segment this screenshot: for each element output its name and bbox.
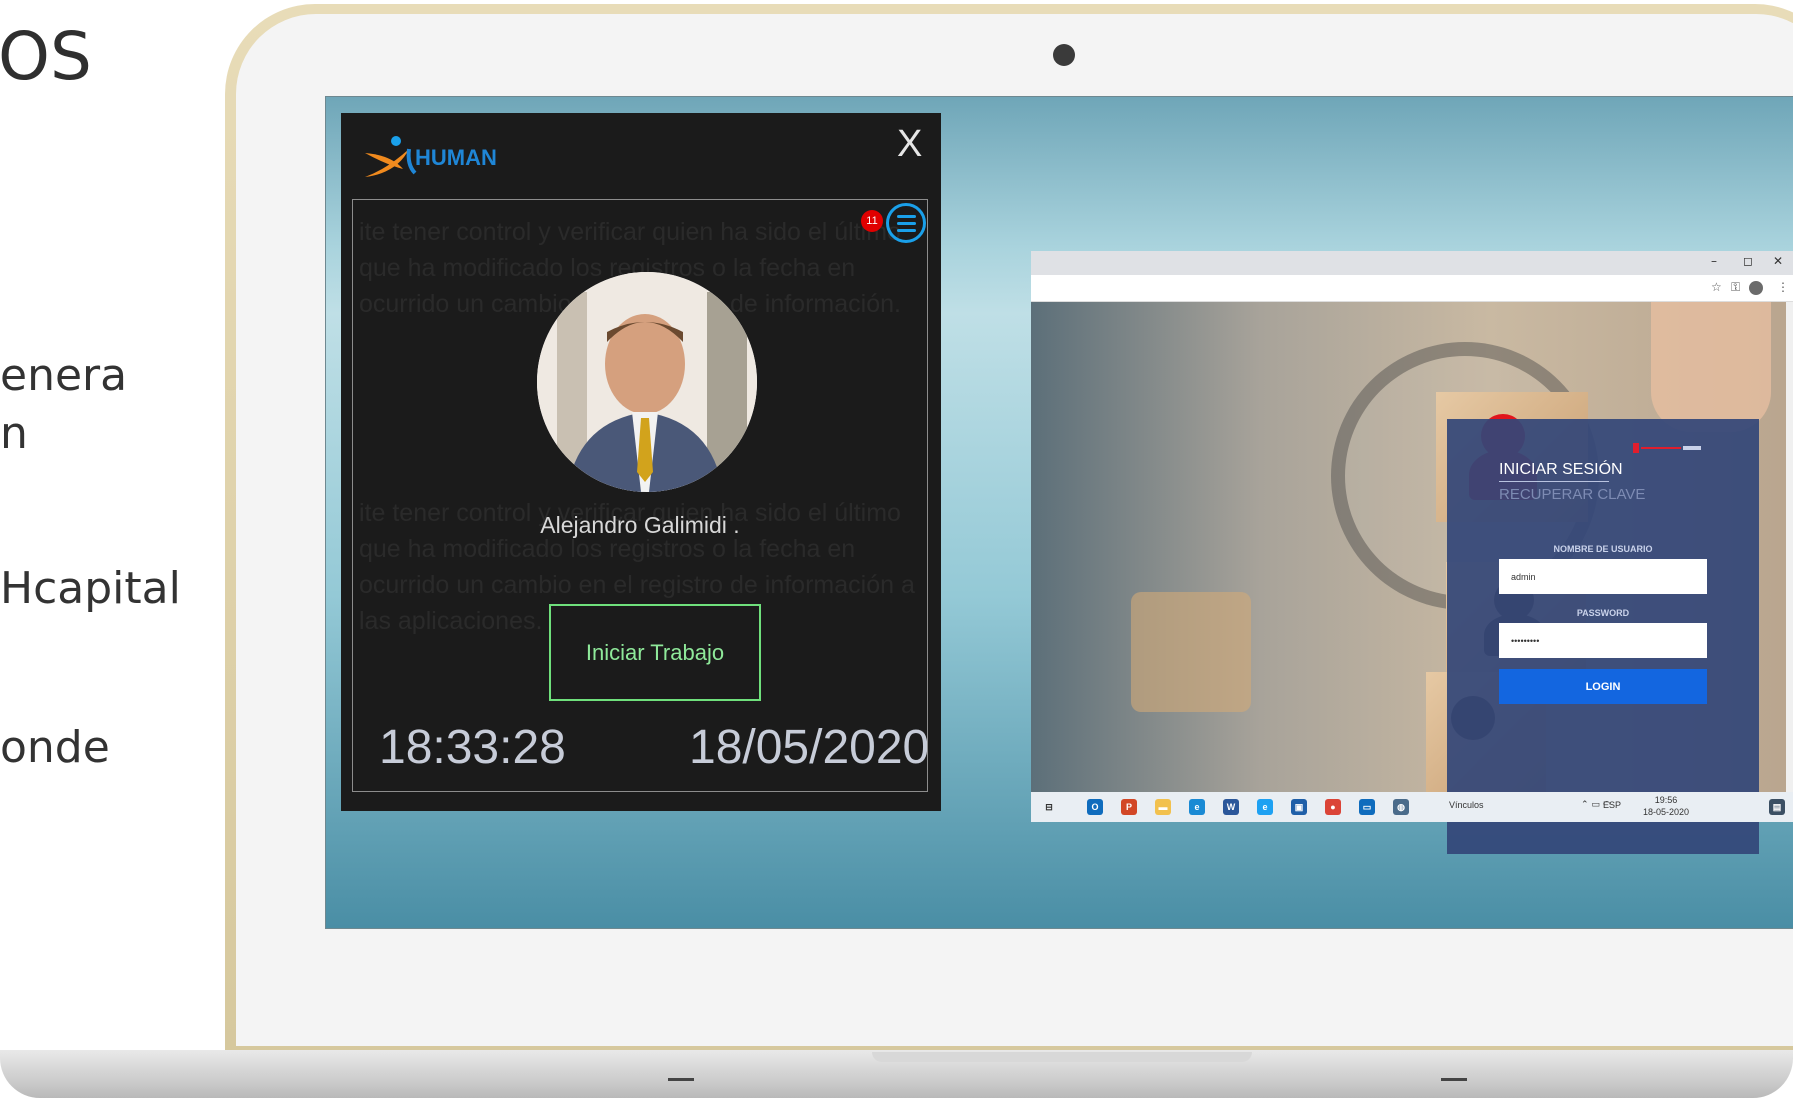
current-time: 18:33:28: [379, 721, 566, 774]
menu-bar: [897, 215, 916, 218]
taskbar-links-toolbar[interactable]: Vínculos: [1449, 800, 1484, 810]
close-button[interactable]: X: [897, 123, 922, 166]
internet-explorer-icon[interactable]: e: [1257, 799, 1273, 815]
company-logo-icon: [1633, 443, 1701, 453]
block-blur: [1131, 592, 1251, 712]
close-window-icon[interactable]: ✕: [1773, 254, 1783, 268]
bookmark-star-icon[interactable]: ☆: [1711, 280, 1722, 294]
window-icon[interactable]: ▭: [1359, 799, 1375, 815]
human-time-widget: HUMAN X ite tener control y verificar qu…: [341, 113, 941, 811]
maximize-icon[interactable]: ◻: [1743, 254, 1753, 268]
minimize-icon[interactable]: –: [1711, 254, 1717, 268]
slide-title: OS: [0, 18, 92, 95]
edge-icon[interactable]: e: [1189, 799, 1205, 815]
powerpoint-icon[interactable]: P: [1121, 799, 1137, 815]
login-title: INICIAR SESIÓN: [1499, 461, 1623, 478]
laptop-foot: [668, 1078, 694, 1081]
menu-bar: [897, 229, 916, 232]
widget-panel: ite tener control y verificar quien ha s…: [352, 199, 928, 792]
password-label: PASSWORD: [1576, 608, 1630, 618]
laptop-hinge-notch: [872, 1052, 1252, 1062]
hamburger-menu-icon[interactable]: [886, 203, 926, 243]
browser-address-bar[interactable]: ☆ ⚿ ⋮: [1031, 275, 1793, 302]
slide-text-line: Hcapital: [0, 563, 181, 614]
laptop-foot: [1441, 1078, 1467, 1081]
app-icon[interactable]: ◍: [1393, 799, 1409, 815]
laptop-screen: – ◻ ✕ ☆ ⚿ ⋮ INICIAR SESIÓN RECUPERAR CLA…: [325, 96, 1793, 929]
browser-scrollbar[interactable]: [1786, 302, 1793, 792]
notification-badge: 11: [861, 210, 883, 232]
chrome-icon[interactable]: ●: [1325, 799, 1341, 815]
word-icon[interactable]: W: [1223, 799, 1239, 815]
slide-text-line: enera: [0, 350, 128, 401]
slide-text-line: n: [0, 408, 28, 459]
user-name: Alejandro Galimidi .: [540, 512, 740, 538]
login-button[interactable]: LOGIN: [1499, 669, 1707, 704]
file-explorer-icon[interactable]: ▬: [1155, 799, 1171, 815]
taskbar-time: 19:56: [1654, 795, 1678, 805]
login-title-underline: [1499, 481, 1609, 482]
menu-bar: [897, 222, 916, 225]
key-icon[interactable]: ⚿: [1731, 280, 1740, 295]
outlook-icon[interactable]: O: [1087, 799, 1103, 815]
slide-text-line: onde: [0, 722, 110, 773]
notifications-icon[interactable]: ▤: [1769, 799, 1785, 815]
profile-avatar-icon[interactable]: [1749, 281, 1763, 295]
task-view-icon[interactable]: ⊟: [1041, 799, 1057, 815]
human-brand-text: HUMAN: [415, 145, 497, 170]
user-photo-icon: [537, 272, 757, 492]
language-indicator[interactable]: ESP: [1603, 800, 1621, 810]
username-input[interactable]: [1499, 559, 1707, 594]
recover-password-link[interactable]: RECUPERAR CLAVE: [1499, 486, 1645, 503]
login-card: INICIAR SESIÓN RECUPERAR CLAVE NOMBRE DE…: [1447, 419, 1759, 854]
taskbar-date: 18-05-2020: [1643, 807, 1690, 817]
current-date: 18/05/2020: [689, 721, 928, 774]
windows-taskbar: ⊟ O P ▬ e W e ▣ ● ▭ ◍ Vínculos ⌃ ▭ ◠ ESP…: [1031, 792, 1793, 822]
user-avatar: [537, 272, 757, 492]
webcam-icon: [1053, 44, 1075, 66]
browser-titlebar: – ◻ ✕: [1031, 251, 1793, 275]
start-work-button[interactable]: Iniciar Trabajo: [549, 604, 761, 701]
store-icon[interactable]: ▣: [1291, 799, 1307, 815]
taskbar-clock[interactable]: 19:56 18-05-2020: [1643, 794, 1689, 818]
more-menu-icon[interactable]: ⋮: [1777, 280, 1789, 294]
password-input[interactable]: [1499, 623, 1707, 658]
fingers-blur: [1651, 302, 1771, 432]
username-label: NOMBRE DE USUARIO: [1553, 544, 1653, 554]
browser-window: – ◻ ✕ ☆ ⚿ ⋮ INICIAR SESIÓN RECUPERAR CLA…: [1031, 251, 1793, 854]
